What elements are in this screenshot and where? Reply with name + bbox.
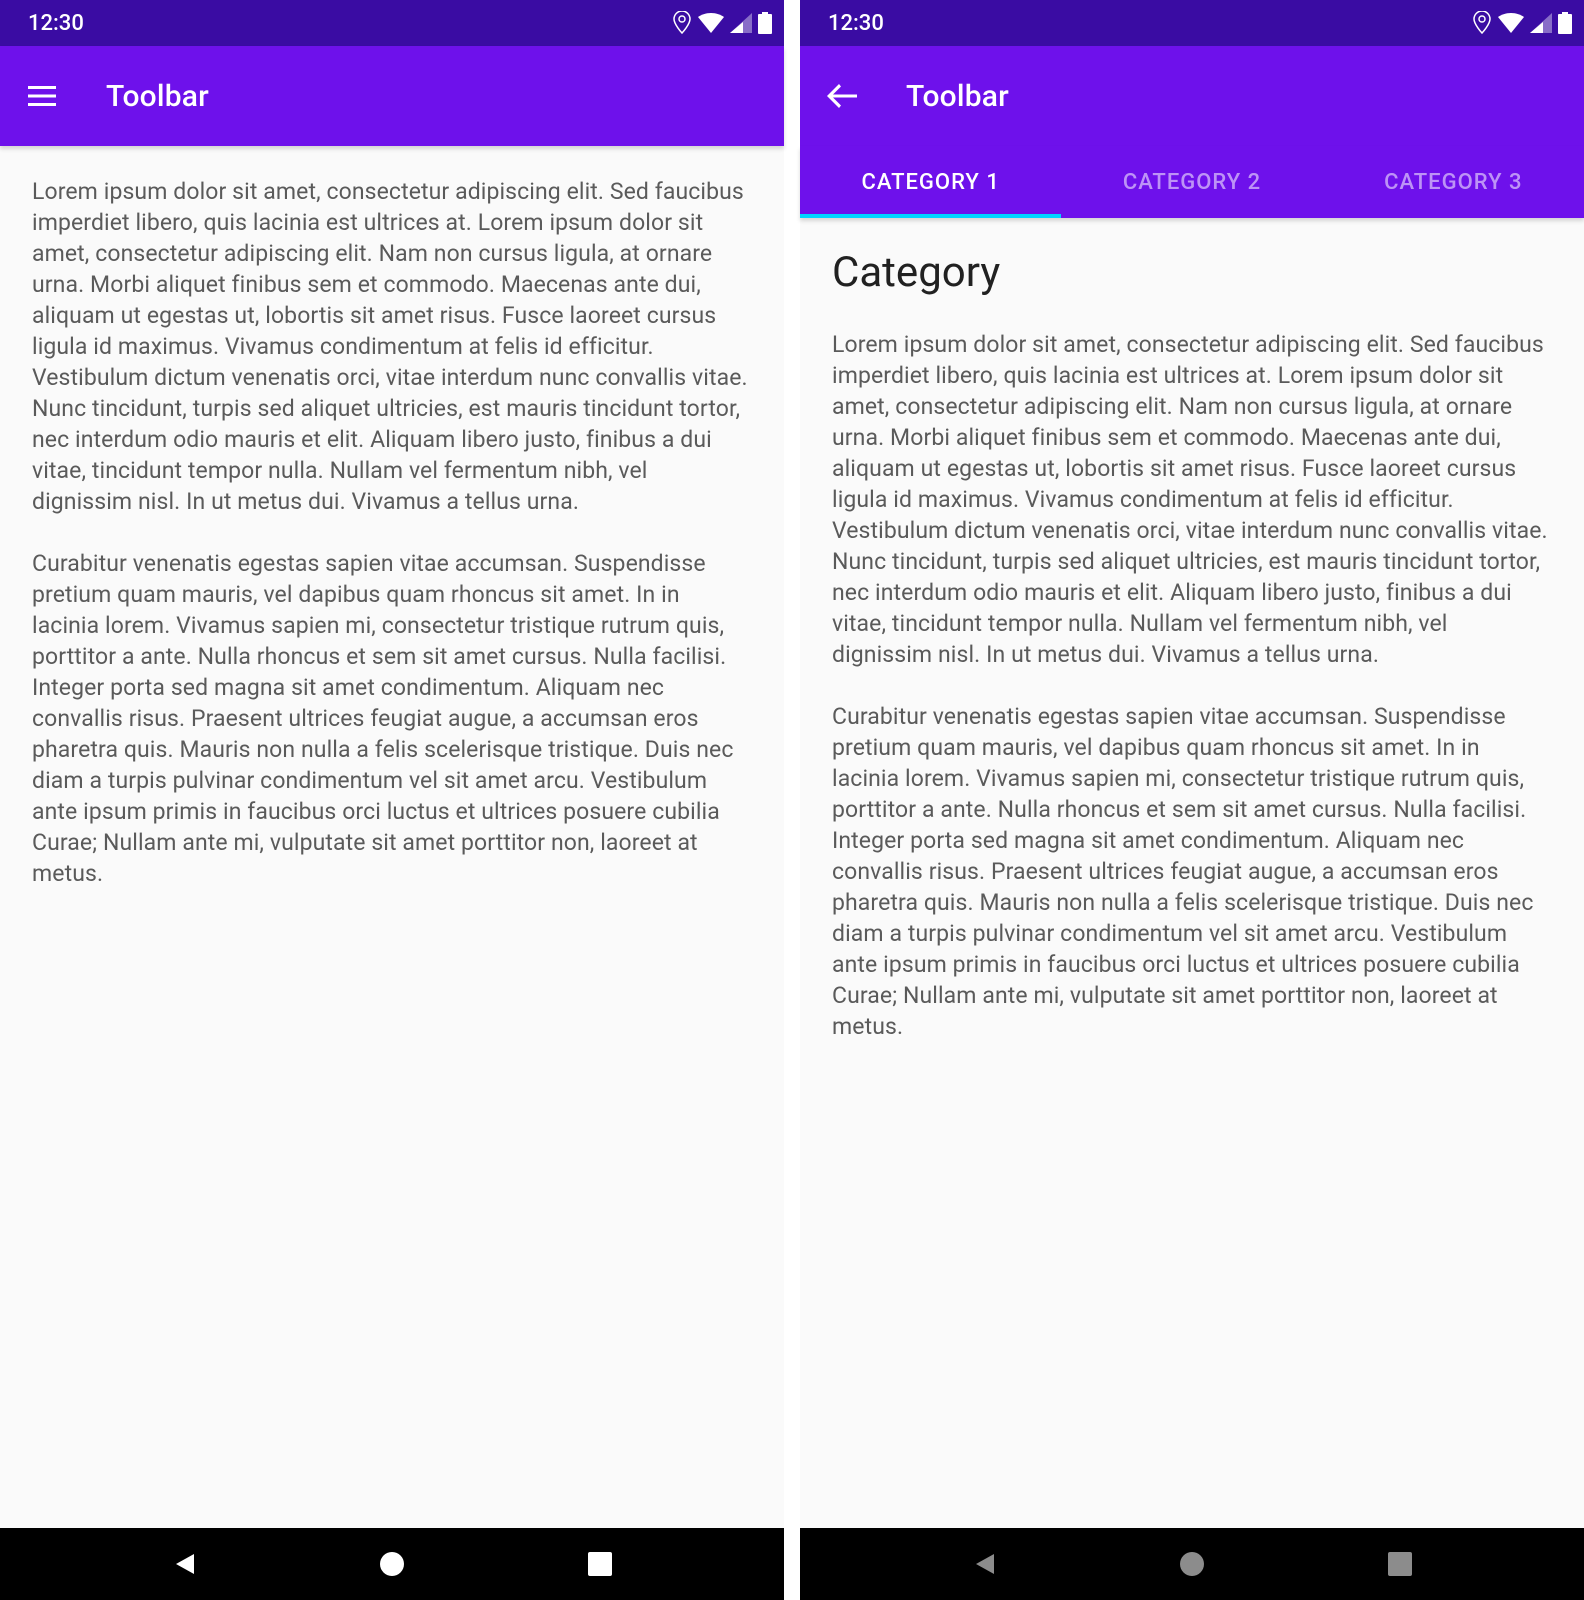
status-bar: 12:30 — [800, 0, 1584, 46]
location-icon — [672, 11, 692, 35]
navigation-bar — [0, 1528, 784, 1600]
status-time: 12:30 — [828, 11, 884, 36]
circle-home-icon — [1179, 1551, 1205, 1577]
square-recent-icon — [1388, 1552, 1412, 1576]
navigation-bar — [800, 1528, 1584, 1600]
phone-screen-1: 12:30 Toolbar Lorem i — [0, 0, 784, 1600]
status-icons — [1472, 11, 1572, 35]
tab-label: CATEGORY 3 — [1384, 170, 1522, 195]
content-heading: Category — [832, 248, 1552, 297]
tab-category-3[interactable]: CATEGORY 3 — [1323, 146, 1584, 218]
triangle-back-icon — [170, 1550, 198, 1578]
nav-back-button[interactable] — [166, 1546, 202, 1582]
content-area[interactable]: Lorem ipsum dolor sit amet, consectetur … — [0, 146, 784, 1528]
triangle-back-icon — [970, 1550, 998, 1578]
battery-icon — [758, 12, 772, 34]
body-paragraph-2: Curabitur venenatis egestas sapien vitae… — [832, 701, 1552, 1043]
circle-home-icon — [379, 1551, 405, 1577]
tab-category-1[interactable]: CATEGORY 1 — [800, 146, 1061, 218]
location-icon — [1472, 11, 1492, 35]
battery-icon — [1558, 12, 1572, 34]
content-area[interactable]: Category Lorem ipsum dolor sit amet, con… — [800, 218, 1584, 1528]
nav-home-button[interactable] — [1174, 1546, 1210, 1582]
nav-home-button[interactable] — [374, 1546, 410, 1582]
nav-back-button[interactable] — [966, 1546, 1002, 1582]
status-icons — [672, 11, 772, 35]
signal-icon — [730, 13, 752, 33]
wifi-icon — [1498, 13, 1524, 33]
toolbar-title: Toolbar — [906, 79, 1009, 114]
status-time: 12:30 — [28, 11, 84, 36]
body-paragraph-1: Lorem ipsum dolor sit amet, consectetur … — [32, 176, 752, 518]
phone-screen-2: 12:30 Toolbar CATEGORY 1 — [800, 0, 1584, 1600]
tab-bar: CATEGORY 1 CATEGORY 2 CATEGORY 3 — [800, 146, 1584, 218]
tab-label: CATEGORY 1 — [862, 170, 1000, 195]
tab-category-2[interactable]: CATEGORY 2 — [1061, 146, 1322, 218]
body-paragraph-2: Curabitur venenatis egestas sapien vitae… — [32, 548, 752, 890]
tab-label: CATEGORY 2 — [1123, 170, 1261, 195]
toolbar-title: Toolbar — [106, 79, 209, 114]
nav-recent-button[interactable] — [1382, 1546, 1418, 1582]
nav-recent-button[interactable] — [582, 1546, 618, 1582]
back-button[interactable] — [824, 78, 860, 114]
square-recent-icon — [588, 1552, 612, 1576]
hamburger-icon — [28, 86, 56, 106]
wifi-icon — [698, 13, 724, 33]
body-paragraph-1: Lorem ipsum dolor sit amet, consectetur … — [832, 329, 1552, 671]
app-bar: Toolbar — [0, 46, 784, 146]
status-bar: 12:30 — [0, 0, 784, 46]
arrow-back-icon — [827, 84, 857, 108]
signal-icon — [1530, 13, 1552, 33]
app-bar: Toolbar — [800, 46, 1584, 146]
menu-button[interactable] — [24, 78, 60, 114]
